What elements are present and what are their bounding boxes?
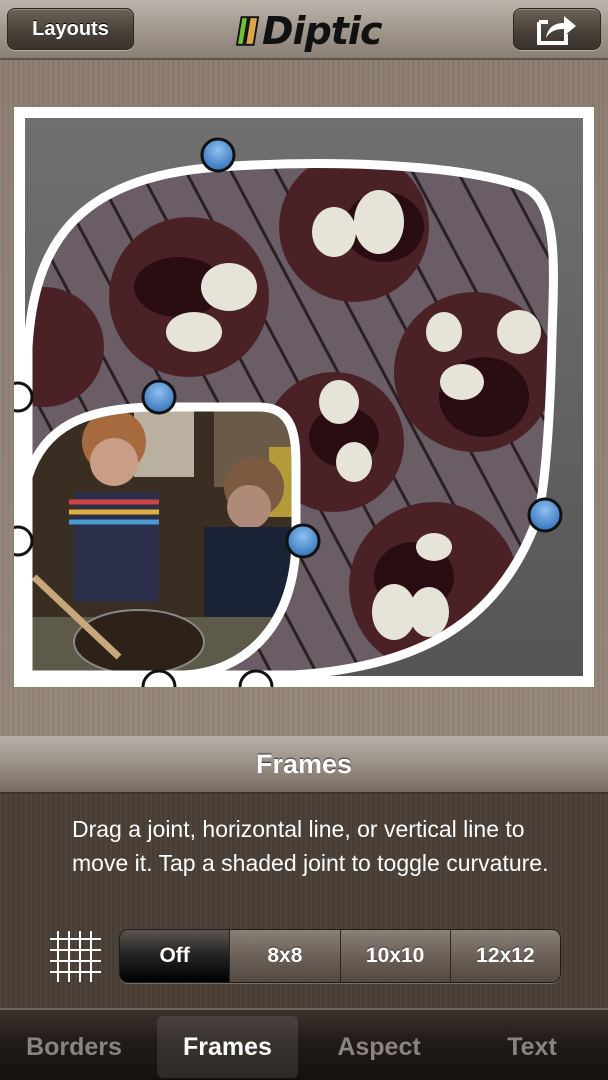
layouts-button[interactable]: Layouts: [7, 8, 134, 50]
tab-borders[interactable]: Borders: [14, 1016, 134, 1078]
joint-unshaded[interactable]: [14, 525, 34, 557]
logo-mark-icon: [236, 16, 260, 46]
grid-icon: [50, 931, 101, 982]
frames-panel: Drag a joint, horizontal line, or vertic…: [0, 794, 608, 1008]
tab-aspect[interactable]: Aspect: [318, 1016, 440, 1078]
share-button[interactable]: [513, 8, 601, 50]
joint-unshaded[interactable]: [14, 381, 34, 413]
joint-shaded[interactable]: [200, 137, 236, 173]
collage-canvas[interactable]: [14, 107, 594, 687]
share-icon: [537, 16, 576, 45]
tab-frames[interactable]: Frames: [157, 1016, 298, 1078]
grid-option-10x10[interactable]: 10x10: [339, 930, 450, 982]
tab-text[interactable]: Text: [486, 1016, 578, 1078]
grid-option-8x8[interactable]: 8x8: [229, 930, 340, 982]
joint-shaded[interactable]: [141, 379, 177, 415]
navigation-bar: Layouts Diptic: [0, 0, 608, 60]
logo-text: Diptic: [262, 9, 382, 53]
panel-header: Frames: [0, 736, 608, 794]
collage-svg: [14, 107, 594, 687]
joint-shaded[interactable]: [527, 497, 563, 533]
joint-shaded[interactable]: [285, 523, 321, 559]
app-logo: Diptic: [236, 8, 382, 54]
tab-bar: Borders Frames Aspect Text: [0, 1008, 608, 1080]
help-text: Drag a joint, horizontal line, or vertic…: [72, 816, 549, 876]
grid-option-off[interactable]: Off: [120, 930, 230, 982]
grid-option-12x12[interactable]: 12x12: [449, 930, 560, 982]
grid-segmented-control: Off 8x8 10x10 12x12: [119, 929, 561, 983]
panel-title: Frames: [255, 748, 353, 779]
layouts-label: Layouts: [32, 17, 109, 40]
